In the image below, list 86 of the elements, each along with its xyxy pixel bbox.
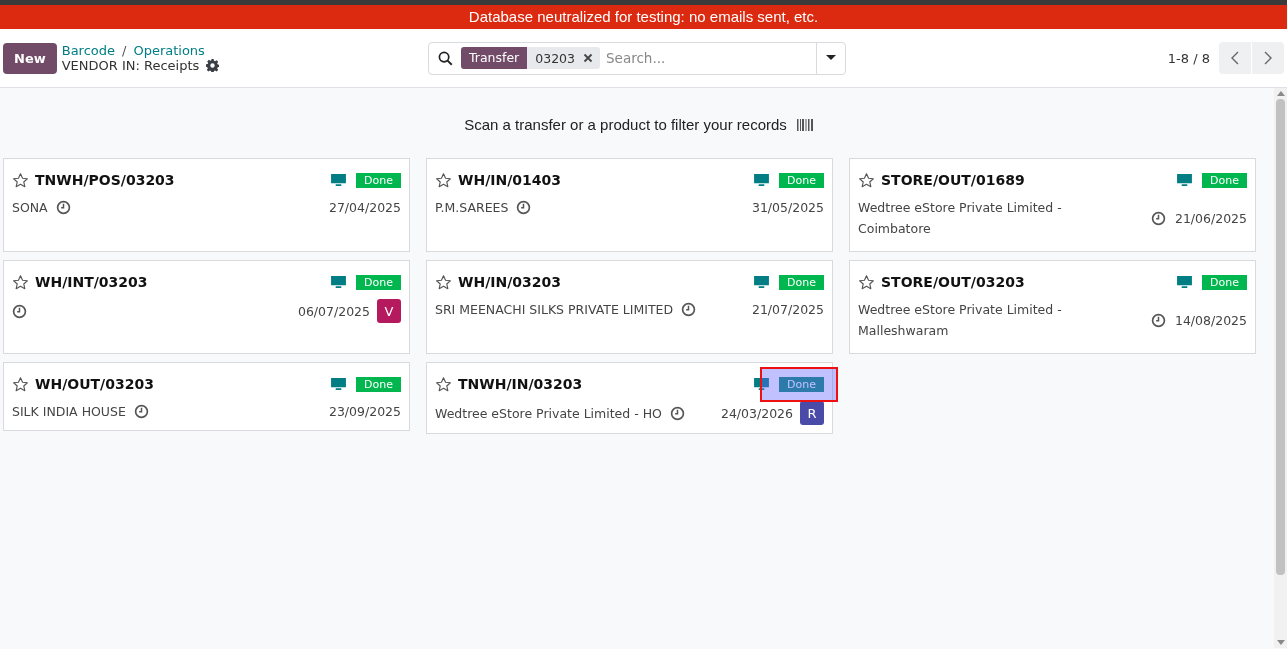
scheduled-date: 27/04/2025 — [328, 200, 401, 215]
clock-icon — [12, 303, 27, 319]
clock-icon — [669, 405, 685, 421]
star-icon[interactable] — [12, 273, 29, 291]
clock-icon — [516, 200, 532, 215]
partner-name: SONA — [12, 199, 48, 217]
scheduled-date: 21/07/2025 — [751, 302, 824, 317]
facet-value: 03203 — [534, 50, 577, 66]
scheduled-date: 14/08/2025 — [1174, 312, 1247, 328]
monitor-icon — [331, 275, 347, 289]
status-badge: Done — [1202, 274, 1247, 290]
scroll-up-icon — [1276, 91, 1285, 96]
star-icon[interactable] — [12, 171, 29, 189]
transfer-reference: WH/IN/03203 — [458, 274, 562, 290]
star-icon[interactable] — [435, 375, 452, 393]
scheduled-date: 06/07/2025 — [297, 303, 370, 319]
monitor-icon — [1177, 173, 1193, 187]
partner-name: Wedtree eStore Private Limited - HO — [435, 404, 662, 423]
star-icon[interactable] — [858, 273, 875, 291]
status-badge: Done — [356, 274, 401, 290]
search-icon — [438, 50, 453, 66]
pager-value: 1-8 / 8 — [1167, 50, 1210, 66]
chevron-right-icon — [1264, 51, 1272, 65]
barcode-icon — [796, 118, 813, 131]
star-icon[interactable] — [12, 375, 29, 393]
status-badge: Done — [356, 172, 401, 188]
transfer-reference: TNWH/IN/03203 — [458, 376, 583, 392]
transfer-card[interactable]: WH/IN/01403 Done P.M.SAREES 31/05/2025 — [426, 158, 833, 252]
scrollbar[interactable] — [1274, 88, 1287, 648]
transfer-card[interactable]: WH/IN/03203 Done SRI MEENACHI SILKS PRIVATE LIMITED 21/07/2025 — [426, 260, 833, 354]
transfer-reference: WH/OUT/03203 — [35, 376, 154, 392]
partner-name: SRI MEENACHI SILKS PRIVATE LIMITED — [435, 301, 674, 319]
scan-hint: Scan a transfer or a product to filter your records — [464, 116, 787, 133]
monitor-icon — [331, 173, 347, 187]
monitor-icon — [754, 377, 770, 391]
new-button[interactable]: New — [3, 42, 57, 74]
transfer-reference: TNWH/POS/03203 — [35, 172, 175, 188]
clock-icon — [133, 404, 149, 419]
user-avatar[interactable]: R — [800, 401, 824, 425]
monitor-icon — [331, 377, 347, 391]
star-icon[interactable] — [435, 273, 452, 291]
clock-icon — [1150, 312, 1166, 328]
transfer-card[interactable]: WH/INT/03203 Done 06/07/2025 V — [3, 260, 410, 354]
monitor-icon — [754, 173, 770, 187]
status-badge: Done — [779, 172, 824, 188]
partner-name: SILK INDIA HOUSE — [12, 403, 126, 421]
transfer-reference: WH/IN/01403 — [458, 172, 562, 188]
monitor-icon — [754, 275, 770, 289]
chevron-left-icon — [1231, 51, 1239, 65]
settings-icon[interactable] — [206, 59, 220, 72]
star-icon[interactable] — [435, 171, 452, 189]
partner-name: Wedtree eStore Private Limited - Coimbatore — [858, 199, 1063, 238]
transfer-reference: STORE/OUT/01689 — [881, 172, 1025, 188]
status-badge: Done — [356, 376, 401, 392]
status-badge: Done — [1202, 172, 1247, 188]
clock-icon — [55, 200, 71, 215]
close-icon[interactable] — [583, 53, 594, 63]
breadcrumb-link[interactable]: Operations — [133, 43, 205, 58]
banner-text: Database neutralized for testing: no emails sent, etc. — [0, 5, 1287, 29]
caret-icon — [826, 55, 836, 61]
breadcrumb-separator: / — [122, 43, 127, 58]
transfer-card[interactable]: WH/OUT/03203 Done SILK INDIA HOUSE 23/09/2025 — [3, 362, 410, 431]
star-icon[interactable] — [858, 171, 875, 189]
facet-label: Transfer — [461, 47, 528, 69]
scrollbar-thumb[interactable] — [1276, 99, 1285, 575]
scheduled-date: 24/03/2026 — [720, 405, 793, 421]
user-avatar[interactable]: V — [377, 299, 401, 323]
transfer-card[interactable]: TNWH/POS/03203 Done SONA 27/04/2025 — [3, 158, 410, 252]
monitor-icon — [1177, 275, 1193, 289]
breadcrumb-link[interactable]: Barcode — [61, 43, 115, 58]
scheduled-date: 23/09/2025 — [328, 404, 401, 419]
transfer-reference: STORE/OUT/03203 — [881, 274, 1025, 290]
page-title: VENDOR IN: Receipts — [61, 58, 200, 73]
scroll-down-icon — [1276, 640, 1285, 645]
search-field[interactable]: Transfer 03203 Search... — [428, 41, 846, 75]
scheduled-date: 31/05/2025 — [751, 200, 824, 215]
partner-name: P.M.SAREES — [435, 199, 509, 217]
partner-name: Wedtree eStore Private Limited - Malleshwaram — [858, 301, 1063, 340]
transfer-card[interactable]: STORE/OUT/03203 Done Wedtree eStore Private Limited - Malleshwaram 14/08/2025 — [849, 260, 1256, 354]
transfer-reference: WH/INT/03203 — [35, 274, 148, 290]
status-badge: Done — [779, 274, 824, 290]
status-badge: Done — [779, 376, 824, 392]
clock-icon — [681, 302, 697, 317]
clock-icon — [1150, 210, 1166, 226]
transfer-card[interactable]: STORE/OUT/01689 Done Wedtree eStore Private Limited - Coimbatore 21/06/2025 — [849, 158, 1256, 252]
scheduled-date: 21/06/2025 — [1174, 210, 1247, 226]
